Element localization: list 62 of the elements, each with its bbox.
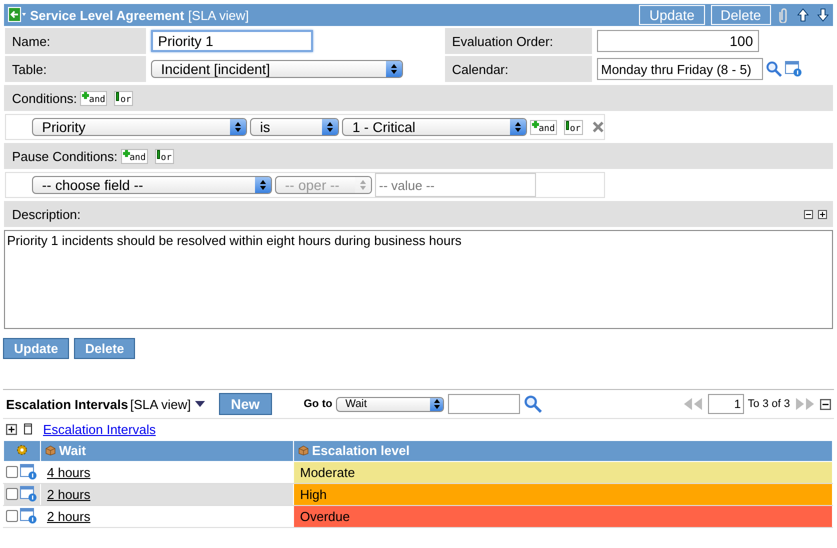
caret-icon[interactable] bbox=[194, 401, 205, 407]
expand-icon[interactable] bbox=[6, 424, 17, 434]
view-name: [SLA view] bbox=[188, 8, 249, 22]
field-label: Evaluation Order: bbox=[445, 28, 592, 54]
add-or-condition-button[interactable]: or bbox=[564, 120, 583, 134]
field-select[interactable]: -- choose field -- bbox=[32, 176, 272, 194]
goto-label: Go to bbox=[304, 398, 332, 410]
row-checkbox[interactable] bbox=[6, 488, 18, 500]
table-cell: Moderate bbox=[294, 462, 832, 484]
operator-select[interactable]: is bbox=[250, 118, 340, 136]
add-or-condition-button[interactable]: or bbox=[154, 148, 174, 164]
value-select[interactable]: 1 - Critical bbox=[342, 118, 527, 136]
evaluation-order-field[interactable]: 100 bbox=[597, 30, 759, 52]
collapse-icon[interactable] bbox=[804, 210, 813, 218]
breadcrumb-link[interactable]: Escalation Intervals bbox=[43, 422, 156, 436]
value-field[interactable]: -- value -- bbox=[375, 173, 536, 197]
field-select[interactable]: Priority bbox=[32, 118, 247, 136]
document-icon bbox=[23, 423, 33, 435]
goto-field-select[interactable]: Wait bbox=[336, 396, 444, 412]
list-title: Escalation Intervals bbox=[6, 396, 128, 412]
reference-info-icon[interactable] bbox=[20, 508, 38, 524]
row-checkbox[interactable] bbox=[6, 510, 18, 522]
wait-link[interactable]: 2 hours bbox=[41, 509, 90, 524]
section-label: Description: bbox=[12, 206, 81, 222]
box-icon bbox=[298, 445, 309, 456]
table-select[interactable]: Incident [incident] bbox=[151, 60, 403, 78]
wait-link[interactable]: 4 hours bbox=[41, 465, 90, 480]
collapse-icon[interactable] bbox=[820, 398, 831, 410]
delete-icon[interactable] bbox=[592, 120, 604, 134]
name-field[interactable]: Priority 1 bbox=[151, 30, 313, 52]
goto-search-field[interactable] bbox=[448, 394, 520, 414]
add-and-condition-button[interactable]: and bbox=[120, 148, 148, 164]
form-title: Service Level Agreement bbox=[30, 8, 184, 22]
field-label: Table: bbox=[5, 56, 146, 82]
add-and-condition-button[interactable]: and bbox=[530, 120, 557, 134]
section-label: Pause Conditions: bbox=[12, 148, 118, 164]
back-arrow-icon[interactable] bbox=[8, 7, 26, 23]
gear-icon[interactable] bbox=[16, 444, 28, 456]
add-and-condition-button[interactable]: and bbox=[80, 90, 108, 106]
add-or-condition-button[interactable]: or bbox=[114, 90, 134, 106]
up-arrow-icon[interactable] bbox=[797, 8, 809, 22]
paperclip-icon[interactable] bbox=[779, 7, 789, 23]
page-range: To 3 of 3 bbox=[748, 398, 790, 410]
down-arrow-icon[interactable] bbox=[817, 8, 829, 22]
reference-info-icon[interactable] bbox=[785, 61, 803, 77]
table-cell: Overdue bbox=[294, 506, 832, 528]
field-label: Name: bbox=[5, 28, 146, 54]
page-field[interactable]: 1 bbox=[708, 394, 744, 414]
reference-info-icon[interactable] bbox=[20, 486, 38, 502]
wait-link[interactable]: 2 hours bbox=[41, 487, 90, 502]
calendar-field[interactable]: Monday thru Friday (8 - 5) bbox=[597, 58, 763, 80]
box-icon bbox=[45, 445, 56, 456]
table-cell: High bbox=[294, 484, 832, 506]
expand-icon[interactable] bbox=[818, 210, 827, 218]
view-name[interactable]: [SLA view] bbox=[130, 396, 191, 412]
description-field[interactable]: Priority 1 incidents should be resolved within eight hours during business hours bbox=[4, 230, 833, 329]
row-checkbox[interactable] bbox=[6, 466, 18, 478]
reference-info-icon[interactable] bbox=[20, 464, 38, 480]
section-label: Conditions: bbox=[12, 90, 78, 106]
field-label: Calendar: bbox=[445, 56, 592, 82]
search-icon[interactable] bbox=[524, 395, 542, 413]
search-icon[interactable] bbox=[766, 61, 782, 77]
